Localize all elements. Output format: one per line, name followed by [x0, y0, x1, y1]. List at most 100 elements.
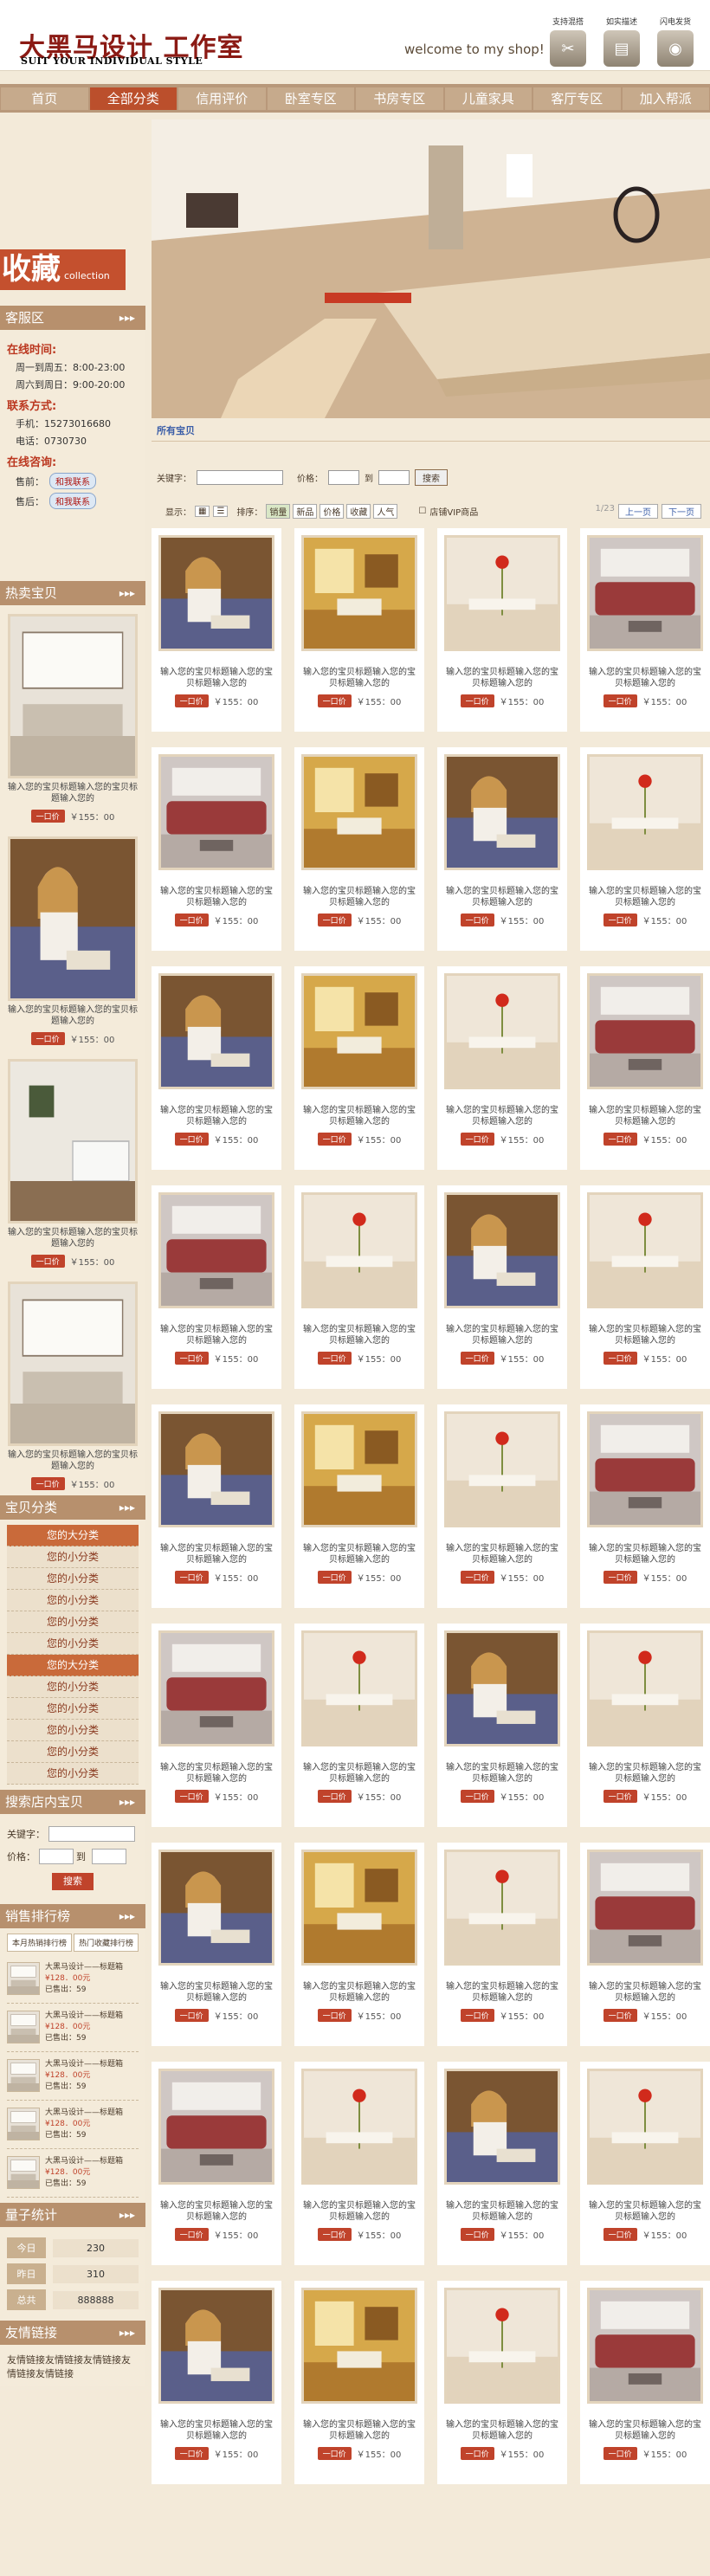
- product-image[interactable]: [301, 2069, 417, 2185]
- nav-item[interactable]: 首页: [1, 87, 88, 110]
- product-card[interactable]: 输入您的宝贝标题输入您的宝贝标题输入您的 一口价 ￥155：00: [294, 2281, 424, 2484]
- rank-item[interactable]: 大黑马设计——标题箱 ¥128．00元 已售出：59: [7, 2101, 139, 2149]
- sort-option[interactable]: 收藏: [346, 503, 371, 519]
- product-title[interactable]: 输入您的宝贝标题输入您的宝贝标题输入您的: [301, 1981, 417, 2004]
- rank-item-title[interactable]: 大黑马设计——标题箱: [45, 1962, 123, 1973]
- category-sub[interactable]: 您的小分类: [7, 1590, 139, 1611]
- product-title[interactable]: 输入您的宝贝标题输入您的宝贝标题输入您的: [444, 1981, 560, 2004]
- service-link-describe[interactable]: 如实描述 ▤: [597, 16, 646, 67]
- product-image[interactable]: [444, 1192, 560, 1308]
- product-card[interactable]: 输入您的宝贝标题输入您的宝贝标题输入您的 一口价 ￥155：00: [294, 747, 424, 951]
- product-title[interactable]: 输入您的宝贝标题输入您的宝贝标题输入您的: [301, 1105, 417, 1127]
- nav-item[interactable]: 儿童家具: [444, 87, 532, 110]
- product-card[interactable]: 输入您的宝贝标题输入您的宝贝标题输入您的 一口价 ￥155：00: [294, 2062, 424, 2265]
- category-sub[interactable]: 您的小分类: [7, 1611, 139, 1633]
- product-title[interactable]: 输入您的宝贝标题输入您的宝贝标题输入您的: [301, 1324, 417, 1346]
- product-card[interactable]: 输入您的宝贝标题输入您的宝贝标题输入您的 一口价 ￥155：00: [437, 528, 567, 732]
- im-contact-button[interactable]: 和我联系: [49, 493, 96, 509]
- product-image[interactable]: [587, 2288, 703, 2404]
- hot-item-image[interactable]: [8, 1059, 138, 1223]
- product-card[interactable]: 输入您的宝贝标题输入您的宝贝标题输入您的 一口价 ￥155：00: [294, 1185, 424, 1389]
- next-page-button[interactable]: 下一页: [662, 503, 701, 519]
- product-image[interactable]: [587, 1411, 703, 1527]
- sort-option[interactable]: 人气: [373, 503, 398, 519]
- friend-links[interactable]: 友情链接友情链接友情链接友情链接友情链接: [7, 2353, 139, 2381]
- product-card[interactable]: 输入您的宝贝标题输入您的宝贝标题输入您的 一口价 ￥155：00: [152, 2062, 281, 2265]
- price-max-input[interactable]: [378, 469, 410, 485]
- product-card[interactable]: 输入您的宝贝标题输入您的宝贝标题输入您的 一口价 ￥155：00: [580, 1404, 710, 1608]
- product-card[interactable]: 输入您的宝贝标题输入您的宝贝标题输入您的 一口价 ￥155：00: [152, 1624, 281, 1827]
- product-image[interactable]: [301, 754, 417, 870]
- price-max-input[interactable]: [92, 1849, 126, 1864]
- category-sub[interactable]: 您的小分类: [7, 1676, 139, 1698]
- rank-item[interactable]: 大黑马设计——标题箱 ¥128．00元 已售出：59: [7, 1955, 139, 2004]
- hot-item-title[interactable]: 输入您的宝贝标题输入您的宝贝标题输入您的: [7, 1004, 139, 1027]
- product-title[interactable]: 输入您的宝贝标题输入您的宝贝标题输入您的: [587, 1105, 703, 1127]
- product-image[interactable]: [301, 1850, 417, 1966]
- product-image[interactable]: [444, 1411, 560, 1527]
- hot-item-image[interactable]: [8, 836, 138, 1001]
- product-image[interactable]: [158, 1630, 274, 1746]
- keyword-input[interactable]: [197, 469, 283, 485]
- product-title[interactable]: 输入您的宝贝标题输入您的宝贝标题输入您的: [444, 1762, 560, 1785]
- rank-item-title[interactable]: 大黑马设计——标题箱: [45, 2108, 123, 2119]
- product-card[interactable]: 输入您的宝贝标题输入您的宝贝标题输入您的 一口价 ￥155：00: [152, 1404, 281, 1608]
- product-title[interactable]: 输入您的宝贝标题输入您的宝贝标题输入您的: [444, 1105, 560, 1127]
- product-card[interactable]: 输入您的宝贝标题输入您的宝贝标题输入您的 一口价 ￥155：00: [580, 1624, 710, 1827]
- product-image[interactable]: [158, 1411, 274, 1527]
- rank-item-image[interactable]: [7, 2156, 40, 2189]
- nav-item[interactable]: 信用评价: [178, 87, 266, 110]
- rank-item-title[interactable]: 大黑马设计——标题箱: [45, 2059, 123, 2070]
- product-card[interactable]: 输入您的宝贝标题输入您的宝贝标题输入您的 一口价 ￥155：00: [437, 1404, 567, 1608]
- nav-item[interactable]: 全部分类: [89, 87, 177, 110]
- category-sub[interactable]: 您的小分类: [7, 1633, 139, 1655]
- product-card[interactable]: 输入您的宝贝标题输入您的宝贝标题输入您的 一口价 ￥155：00: [580, 1185, 710, 1389]
- prev-page-button[interactable]: 上一页: [618, 503, 658, 519]
- product-card[interactable]: 输入您的宝贝标题输入您的宝贝标题输入您的 一口价 ￥155：00: [580, 2281, 710, 2484]
- product-title[interactable]: 输入您的宝贝标题输入您的宝贝标题输入您的: [158, 1981, 274, 2004]
- product-image[interactable]: [444, 535, 560, 651]
- rank-item[interactable]: 大黑马设计——标题箱 ¥128．00元 已售出：59: [7, 2004, 139, 2052]
- product-title[interactable]: 输入您的宝贝标题输入您的宝贝标题输入您的: [301, 2419, 417, 2442]
- hot-item[interactable]: 输入您的宝贝标题输入您的宝贝标题输入您的 一口价 ￥155：00: [0, 1273, 145, 1495]
- product-card[interactable]: 输入您的宝贝标题输入您的宝贝标题输入您的 一口价 ￥155：00: [152, 1185, 281, 1389]
- category-sub[interactable]: 您的小分类: [7, 1741, 139, 1763]
- product-card[interactable]: 输入您的宝贝标题输入您的宝贝标题输入您的 一口价 ￥155：00: [294, 966, 424, 1170]
- product-card[interactable]: 输入您的宝贝标题输入您的宝贝标题输入您的 一口价 ￥155：00: [580, 966, 710, 1170]
- hot-item-image[interactable]: [8, 614, 138, 778]
- grid-view-icon[interactable]: ▦: [195, 505, 210, 517]
- product-title[interactable]: 输入您的宝贝标题输入您的宝贝标题输入您的: [587, 1762, 703, 1785]
- product-image[interactable]: [587, 535, 703, 651]
- product-card[interactable]: 输入您的宝贝标题输入您的宝贝标题输入您的 一口价 ￥155：00: [152, 966, 281, 1170]
- category-main[interactable]: 您的大分类: [7, 1655, 139, 1676]
- product-title[interactable]: 输入您的宝贝标题输入您的宝贝标题输入您的: [587, 2419, 703, 2442]
- product-card[interactable]: 输入您的宝贝标题输入您的宝贝标题输入您的 一口价 ￥155：00: [437, 2062, 567, 2265]
- product-card[interactable]: 输入您的宝贝标题输入您的宝贝标题输入您的 一口价 ￥155：00: [152, 747, 281, 951]
- category-sub[interactable]: 您的小分类: [7, 1720, 139, 1741]
- product-image[interactable]: [158, 754, 274, 870]
- product-image[interactable]: [301, 1630, 417, 1746]
- rank-item-image[interactable]: [7, 2011, 40, 2043]
- product-card[interactable]: 输入您的宝贝标题输入您的宝贝标题输入您的 一口价 ￥155：00: [152, 1843, 281, 2046]
- product-title[interactable]: 输入您的宝贝标题输入您的宝贝标题输入您的: [444, 2200, 560, 2223]
- hot-item[interactable]: 输入您的宝贝标题输入您的宝贝标题输入您的 一口价 ￥155：00: [0, 605, 145, 828]
- sort-option[interactable]: 销量: [266, 503, 291, 519]
- product-title[interactable]: 输入您的宝贝标题输入您的宝贝标题输入您的: [587, 1981, 703, 2004]
- product-title[interactable]: 输入您的宝贝标题输入您的宝贝标题输入您的: [444, 1324, 560, 1346]
- product-title[interactable]: 输入您的宝贝标题输入您的宝贝标题输入您的: [587, 667, 703, 689]
- category-main[interactable]: 您的大分类: [7, 1525, 139, 1546]
- tab-all-products[interactable]: 所有宝贝: [157, 423, 195, 437]
- product-image[interactable]: [587, 1192, 703, 1308]
- product-title[interactable]: 输入您的宝贝标题输入您的宝贝标题输入您的: [444, 2419, 560, 2442]
- shop-search-button[interactable]: 搜索: [52, 1873, 94, 1890]
- rank-item-image[interactable]: [7, 2108, 40, 2140]
- hot-item-title[interactable]: 输入您的宝贝标题输入您的宝贝标题输入您的: [7, 782, 139, 804]
- product-card[interactable]: 输入您的宝贝标题输入您的宝贝标题输入您的 一口价 ￥155：00: [294, 528, 424, 732]
- product-title[interactable]: 输入您的宝贝标题输入您的宝贝标题输入您的: [158, 1105, 274, 1127]
- product-image[interactable]: [301, 2288, 417, 2404]
- category-sub[interactable]: 您的小分类: [7, 1698, 139, 1720]
- product-card[interactable]: 输入您的宝贝标题输入您的宝贝标题输入您的 一口价 ￥155：00: [437, 966, 567, 1170]
- product-title[interactable]: 输入您的宝贝标题输入您的宝贝标题输入您的: [301, 667, 417, 689]
- product-card[interactable]: 输入您的宝贝标题输入您的宝贝标题输入您的 一口价 ￥155：00: [580, 528, 710, 732]
- nav-item[interactable]: 客厅专区: [533, 87, 621, 110]
